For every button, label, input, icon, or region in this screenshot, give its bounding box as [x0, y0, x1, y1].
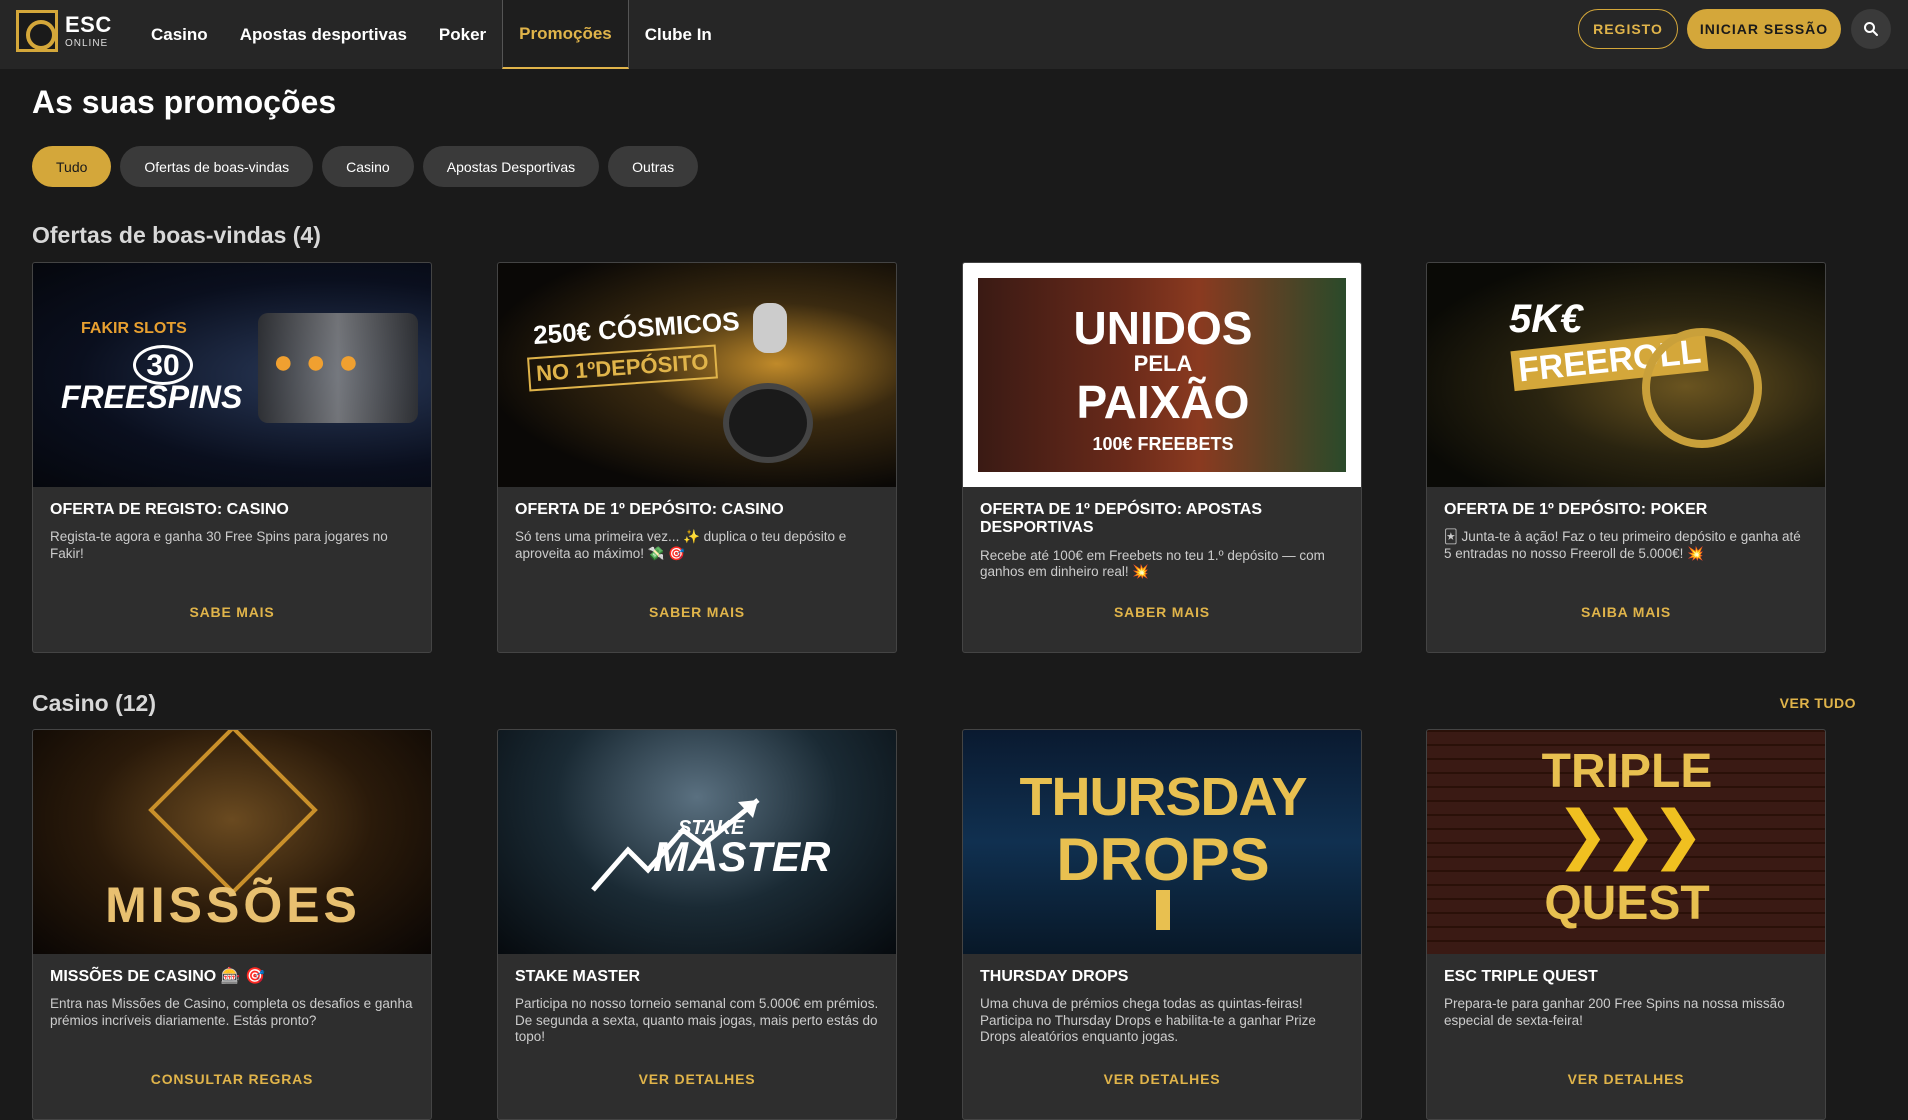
card-cta-link[interactable]: VER DETALHES — [498, 1071, 896, 1087]
card-description: Regista-te agora e ganha 30 Free Spins p… — [50, 529, 388, 561]
card-description: Recebe até 100€ em Freebets no teu 1.º d… — [980, 547, 1325, 580]
promo-card[interactable]: 250€ CÓSMICOS NO 1ºDEPÓSITO OFERTA DE 1º… — [497, 262, 897, 653]
card-description: Participa no nosso torneio semanal com 5… — [515, 996, 879, 1045]
down-arrow-icon — [1156, 890, 1170, 930]
promo-card[interactable]: UNIDOS PELA PAIXÃO 100€ FREEBETS OFERTA … — [962, 262, 1362, 653]
nav-casino[interactable]: Casino — [135, 0, 224, 69]
logo-subtext: ONLINE — [65, 37, 109, 49]
promo-image-cosmic: 250€ CÓSMICOS NO 1ºDEPÓSITO — [498, 263, 896, 487]
card-title: OFERTA DE 1º DEPÓSITO: CASINO — [515, 501, 784, 518]
card-cta-link[interactable]: VER DETALHES — [963, 1071, 1361, 1087]
filter-casino[interactable]: Casino — [322, 146, 414, 187]
promo-card[interactable]: TRIPLE ❯❯❯ QUEST ESC TRIPLE QUEST Prepar… — [1426, 729, 1826, 1120]
card-description: Uma chuva de prémios chega todas as quin… — [980, 996, 1316, 1045]
card-description: Prepara-te para ganhar 200 Free Spins na… — [1444, 996, 1785, 1028]
card-description: Só tens uma primeira vez... ✨ duplica o … — [515, 529, 847, 561]
promo-card[interactable]: THURSDAY DROPS THURSDAY DROPS Uma chuva … — [962, 729, 1362, 1120]
card-cta-link[interactable]: SABER MAIS — [963, 604, 1361, 620]
promo-image-freeroll: 5K€ FREEROLL — [1427, 263, 1825, 487]
promo-card[interactable]: 5K€ FREEROLL OFERTA DE 1º DEPÓSITO: POKE… — [1426, 262, 1826, 653]
logo-text: ESC — [65, 11, 112, 37]
page-title: As suas promoções — [32, 84, 337, 120]
card-title: STAKE MASTER — [515, 968, 641, 985]
card-title: MISSÕES DE CASINO 🎰 🎯 — [50, 968, 265, 985]
card-title: OFERTA DE 1º DEPÓSITO: POKER — [1444, 501, 1708, 518]
card-cta-link[interactable]: VER DETALHES — [1427, 1071, 1825, 1087]
nav-apostas-desportivas[interactable]: Apostas desportivas — [224, 0, 423, 69]
card-cta-link[interactable]: SAIBA MAIS — [1427, 604, 1825, 620]
promo-image-fakir: FAKIR SLOTS 30 FREESPINS ●●● — [33, 263, 431, 487]
card-description: 🃏 Junta-te à ação! Faz o teu primeiro de… — [1444, 529, 1801, 561]
section-title-welcome: Ofertas de boas-vindas (4) — [32, 222, 321, 248]
promo-image-stake-master: STAKE MASTER — [498, 730, 896, 954]
card-title: ESC TRIPLE QUEST — [1444, 968, 1598, 985]
card-cta-link[interactable]: SABER MAIS — [498, 604, 896, 620]
logo-mark-icon — [16, 10, 58, 52]
promo-image-unidos: UNIDOS PELA PAIXÃO 100€ FREEBETS — [963, 263, 1361, 487]
card-title: OFERTA DE 1º DEPÓSITO: APOSTAS DESPORTIV… — [980, 501, 1263, 537]
filter-ofertas-boas-vindas[interactable]: Ofertas de boas-vindas — [120, 146, 314, 187]
nav-clube-in[interactable]: Clube In — [629, 0, 728, 69]
cherry-icons: ●●● — [273, 343, 371, 381]
promo-image-triple-quest: TRIPLE ❯❯❯ QUEST — [1427, 730, 1825, 954]
see-all-link[interactable]: VER TUDO — [1780, 695, 1856, 711]
chevrons-icon: ❯❯❯ — [1555, 798, 1705, 870]
astronaut-figure — [753, 303, 787, 353]
promo-card[interactable]: FAKIR SLOTS 30 FREESPINS ●●● OFERTA DE R… — [32, 262, 432, 653]
promo-card[interactable]: MISSÕES MISSÕES DE CASINO 🎰 🎯 Entra nas … — [32, 729, 432, 1120]
card-title: THURSDAY DROPS — [980, 968, 1129, 985]
card-cta-link[interactable]: CONSULTAR REGRAS — [33, 1071, 431, 1087]
spade-coin-icon — [1642, 328, 1762, 448]
promo-card[interactable]: STAKE MASTER STAKE MASTER Participa no n… — [497, 729, 897, 1120]
login-button[interactable]: INICIAR SESSÃO — [1687, 9, 1841, 49]
esc-online-logo[interactable]: ESC ONLINE — [16, 10, 112, 52]
diamond-frame — [148, 730, 318, 895]
card-title: OFERTA DE REGISTO: CASINO — [50, 501, 289, 518]
top-navigation-bar: ESC ONLINE Casino Apostas desportivas Po… — [0, 0, 1908, 69]
filter-apostas-desportivas[interactable]: Apostas Desportivas — [422, 146, 600, 187]
search-button[interactable] — [1851, 9, 1891, 49]
filter-chips: Tudo Ofertas de boas-vindas Casino Apost… — [32, 146, 699, 187]
casino-chip-icon — [723, 383, 813, 463]
nav-promocoes[interactable]: Promoções — [502, 0, 629, 69]
card-description: Entra nas Missões de Casino, completa os… — [50, 996, 413, 1028]
section-title-casino: Casino (12) — [32, 690, 156, 716]
stock-arrow-icon — [591, 798, 760, 892]
filter-outras[interactable]: Outras — [608, 146, 699, 187]
promo-image-thursday-drops: THURSDAY DROPS — [963, 730, 1361, 954]
card-cta-link[interactable]: SABE MAIS — [33, 604, 431, 620]
filter-tudo[interactable]: Tudo — [32, 146, 112, 187]
promo-image-missoes: MISSÕES — [33, 730, 431, 954]
register-button[interactable]: REGISTO — [1578, 9, 1678, 49]
nav-poker[interactable]: Poker — [423, 0, 502, 69]
search-icon — [1864, 22, 1878, 36]
main-nav: Casino Apostas desportivas Poker Promoçõ… — [135, 0, 728, 69]
